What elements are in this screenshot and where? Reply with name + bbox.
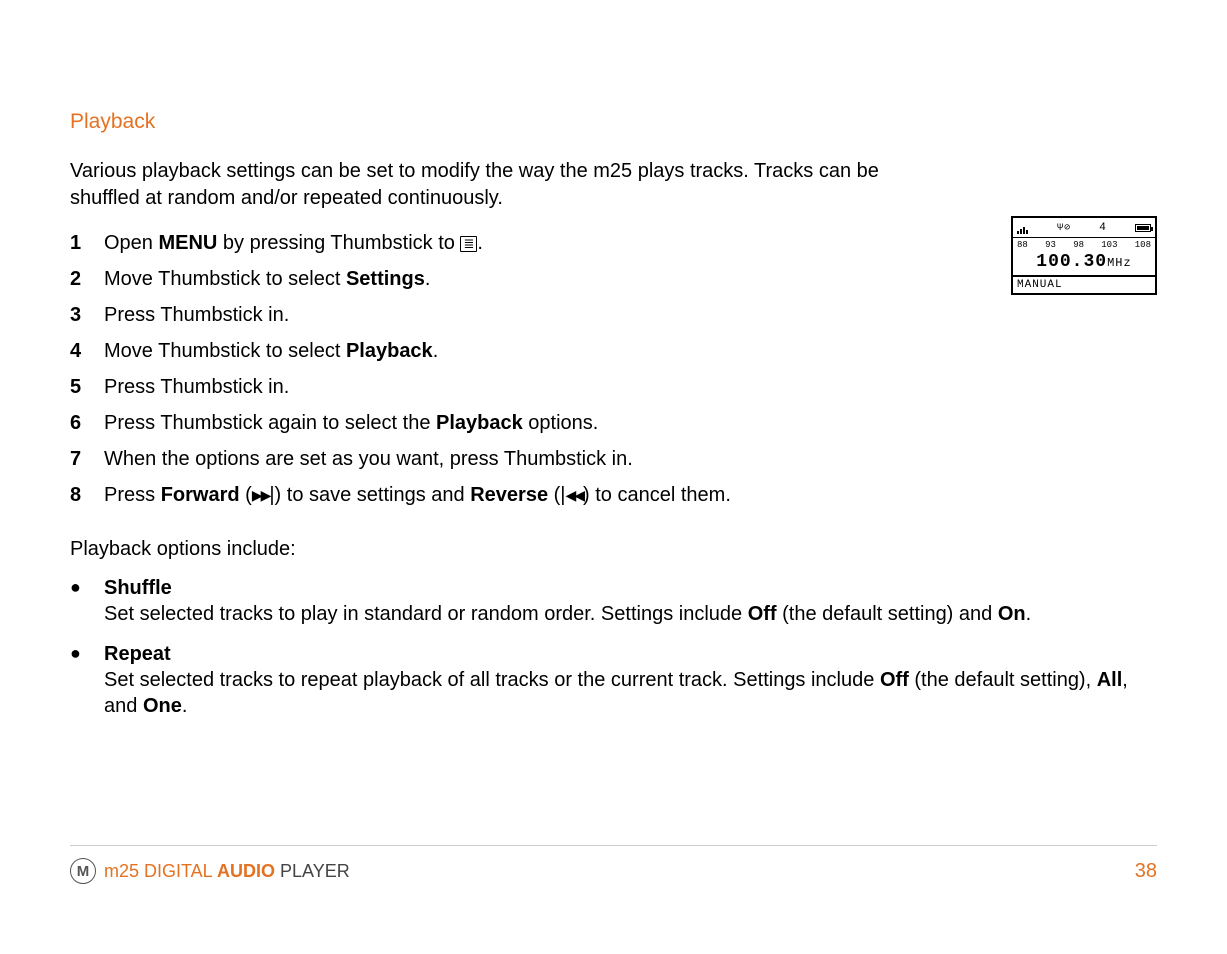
step-item: 3Press Thumbstick in.	[70, 302, 1157, 328]
step-item: 2Move Thumbstick to select Settings.	[70, 266, 1157, 292]
battery-icon	[1135, 224, 1151, 232]
option-description: Set selected tracks to play in standard …	[104, 603, 1031, 625]
page-number: 38	[1135, 860, 1157, 883]
step-number: 8	[70, 482, 104, 508]
brand-footer: M m25 DIGITAL AUDIO PLAYER	[70, 858, 350, 884]
step-text: Open MENU by pressing Thumbstick to ≣.	[104, 230, 1157, 256]
bullet-icon: ●	[70, 575, 104, 627]
brand-prefix: m25 DIGITAL	[104, 861, 217, 881]
step-item: 7When the options are set as you want, p…	[70, 446, 1157, 472]
step-number: 6	[70, 410, 104, 436]
scale-tick: 98	[1073, 240, 1084, 252]
step-text: When the options are set as you want, pr…	[104, 446, 1157, 472]
volume-level: 4	[1099, 222, 1107, 234]
option-title: Shuffle	[104, 577, 172, 599]
page-footer: M m25 DIGITAL AUDIO PLAYER 38	[70, 845, 1157, 884]
scale-tick: 93	[1045, 240, 1056, 252]
step-text: Move Thumbstick to select Settings.	[104, 266, 1157, 292]
step-number: 5	[70, 374, 104, 400]
step-number: 4	[70, 338, 104, 364]
intro-paragraph: Various playback settings can be set to …	[70, 158, 920, 212]
step-text: Press Thumbstick again to select the Pla…	[104, 410, 1157, 436]
scale-tick: 103	[1101, 240, 1117, 252]
brand-suffix: PLAYER	[275, 861, 350, 881]
brand-bold: AUDIO	[217, 861, 275, 881]
signal-icon	[1017, 222, 1029, 234]
step-number: 1	[70, 230, 104, 256]
step-item: 6Press Thumbstick again to select the Pl…	[70, 410, 1157, 436]
bullet-icon: ●	[70, 641, 104, 719]
motorola-logo-icon: M	[70, 858, 96, 884]
step-text: Press Forward (▶▶|) to save settings and…	[104, 482, 1157, 508]
frequency-readout: 100.30MHz	[1013, 252, 1155, 276]
option-item: ●Repeat Set selected tracks to repeat pla…	[70, 641, 1157, 719]
step-text: Press Thumbstick in.	[104, 374, 1157, 400]
step-item: 1Open MENU by pressing Thumbstick to ≣.	[70, 230, 1157, 256]
options-intro: Playback options include:	[70, 538, 1157, 561]
step-item: 5Press Thumbstick in.	[70, 374, 1157, 400]
section-heading: Playback	[70, 110, 1157, 134]
option-description: Set selected tracks to repeat playback o…	[104, 669, 1128, 717]
device-screen-illustration: Ψ⊘ 4 88 93 98 103 108 100.30MHz MANUAL	[1011, 216, 1157, 295]
scale-tick: 88	[1017, 240, 1028, 252]
frequency-scale: 88 93 98 103 108	[1013, 238, 1155, 252]
step-number: 3	[70, 302, 104, 328]
option-title: Repeat	[104, 643, 171, 665]
step-number: 2	[70, 266, 104, 292]
option-item: ●Shuffle Set selected tracks to play in s…	[70, 575, 1157, 627]
step-text: Press Thumbstick in.	[104, 302, 1157, 328]
step-text: Move Thumbstick to select Playback.	[104, 338, 1157, 364]
step-item: 8Press Forward (▶▶|) to save settings an…	[70, 482, 1157, 508]
step-number: 7	[70, 446, 104, 472]
tuner-mode: MANUAL	[1013, 277, 1155, 293]
steps-list: 1Open MENU by pressing Thumbstick to ≣.2…	[70, 230, 1157, 508]
step-item: 4Move Thumbstick to select Playback.	[70, 338, 1157, 364]
tuner-icon: Ψ⊘	[1057, 222, 1071, 234]
options-list: ●ShuffleSet selected tracks to play in s…	[70, 575, 1157, 719]
scale-tick: 108	[1135, 240, 1151, 252]
